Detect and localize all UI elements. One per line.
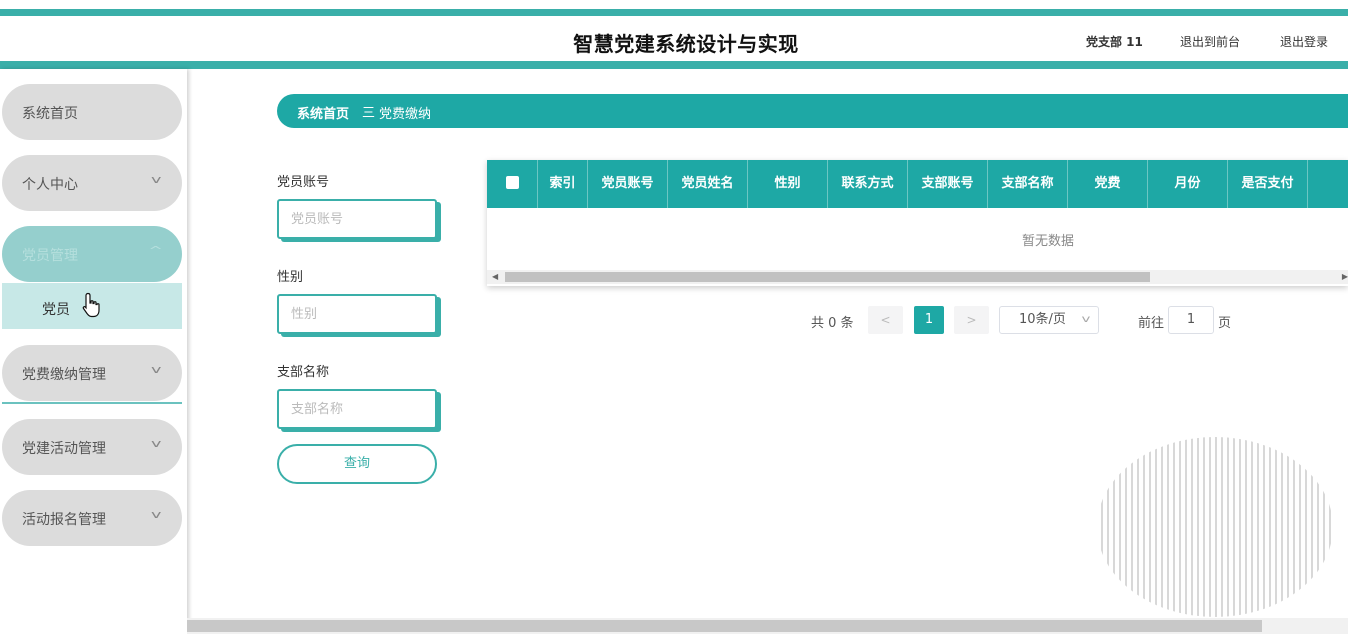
sidebar-item-label: 党员管理 [22, 248, 78, 264]
sidebar-item-registration-management[interactable]: 活动报名管理 v [2, 490, 182, 546]
page-size-select[interactable]: 10条/页 v [999, 306, 1099, 334]
column-header: 索引 [538, 160, 588, 208]
account-filter-label: 党员账号 [277, 175, 330, 190]
column-header: 联系方式 [828, 160, 908, 208]
chevron-up-icon: ^ [148, 244, 163, 257]
sidebar-item-label: 党费缴纳管理 [22, 367, 106, 383]
chevron-down-icon: v [151, 508, 162, 521]
pagination-prev-button[interactable]: < [868, 306, 903, 334]
column-header: 支部名称 [988, 160, 1068, 208]
page-scrollbar-thumb[interactable] [187, 620, 1262, 632]
query-button[interactable]: 查询 [277, 444, 437, 484]
sidebar-item-label: 系统首页 [22, 106, 78, 122]
scrollbar-thumb[interactable] [505, 272, 1150, 282]
logout-link[interactable]: 退出登录 [1280, 33, 1328, 50]
pagination-page-suffix: 页 [1218, 316, 1232, 331]
select-all-checkbox-cell[interactable] [487, 160, 538, 208]
pagination-current-page[interactable]: 1 [914, 306, 944, 334]
data-table: 索引 党员账号 党员姓名 性别 联系方式 支部账号 支部名称 党费 月份 是否支… [487, 160, 1348, 286]
breadcrumb-home[interactable]: 系统首页 [297, 103, 349, 122]
select-all-checkbox[interactable] [505, 175, 519, 189]
table-horizontal-scrollbar[interactable]: ◀ ▶ [487, 270, 1348, 284]
branch-filter-label: 支部名称 [277, 365, 330, 380]
page-horizontal-scrollbar[interactable] [187, 618, 1348, 634]
active-section-indicator [2, 402, 182, 404]
sidebar-item-personal-center[interactable]: 个人中心 v [2, 155, 182, 211]
pagination-goto-label: 前往 [1138, 316, 1165, 331]
breadcrumb-separator: 三 [362, 106, 376, 121]
chevron-down-icon: v [151, 173, 162, 186]
decorative-striped-circle [1097, 437, 1333, 617]
chevron-down-icon: v [151, 363, 162, 376]
sidebar-item-activity-management[interactable]: 党建活动管理 v [2, 419, 182, 475]
column-header: 支部账号 [908, 160, 988, 208]
column-header: 党员姓名 [668, 160, 748, 208]
app-title: 智慧党建系统设计与实现 [573, 32, 799, 56]
sidebar-item-fee-management[interactable]: 党费缴纳管理 v [2, 345, 182, 401]
header-top-stripe [0, 9, 1348, 16]
page-size-value: 10条/页 [1019, 312, 1066, 327]
breadcrumb: 系统首页 三 党费缴纳 [277, 94, 1348, 128]
hand-pointer-icon [82, 292, 100, 318]
sidebar-item-label: 个人中心 [22, 177, 78, 193]
column-header: 是否支付 [1228, 160, 1308, 208]
account-filter-input[interactable] [277, 199, 437, 239]
pagination-goto-input[interactable]: 1 [1168, 306, 1214, 334]
breadcrumb-current: 党费缴纳 [379, 107, 432, 122]
column-header: 党费 [1068, 160, 1148, 208]
empty-table-message: 暂无数据 [1021, 234, 1074, 249]
branch-filter-input[interactable] [277, 389, 437, 429]
sidebar-item-label: 党建活动管理 [22, 441, 106, 457]
exit-to-frontend-link[interactable]: 退出到前台 [1180, 33, 1240, 50]
top-header: 智慧党建系统设计与实现 党支部 11 退出到前台 退出登录 [0, 0, 1348, 69]
chevron-down-icon: v [151, 437, 162, 450]
gender-filter-input[interactable] [277, 294, 437, 334]
column-header: 党员账号 [588, 160, 668, 208]
table-header: 索引 党员账号 党员姓名 性别 联系方式 支部账号 支部名称 党费 月份 是否支… [487, 160, 1348, 208]
current-user: 党支部 11 [1086, 35, 1143, 49]
sidebar: 系统首页 个人中心 v 党员管理 ^ 党员 党费缴纳管理 v 党建活动管理 v … [0, 69, 187, 634]
sidebar-item-member-management[interactable]: 党员管理 ^ [2, 226, 182, 282]
sidebar-item-label: 活动报名管理 [22, 512, 106, 528]
pagination-next-button[interactable]: > [954, 306, 989, 334]
sidebar-subitem-label: 党员 [42, 302, 70, 318]
header-bottom-stripe [0, 61, 1348, 69]
column-header: 性别 [748, 160, 828, 208]
gender-filter-label: 性别 [277, 270, 304, 285]
scroll-left-arrow-icon[interactable]: ◀ [492, 272, 498, 281]
chevron-down-icon: v [1081, 314, 1091, 325]
column-header: 月份 [1148, 160, 1228, 208]
scroll-right-arrow-icon[interactable]: ▶ [1342, 272, 1348, 281]
sidebar-item-home[interactable]: 系统首页 [2, 84, 182, 140]
pagination-total: 共 0 条 [811, 316, 854, 331]
